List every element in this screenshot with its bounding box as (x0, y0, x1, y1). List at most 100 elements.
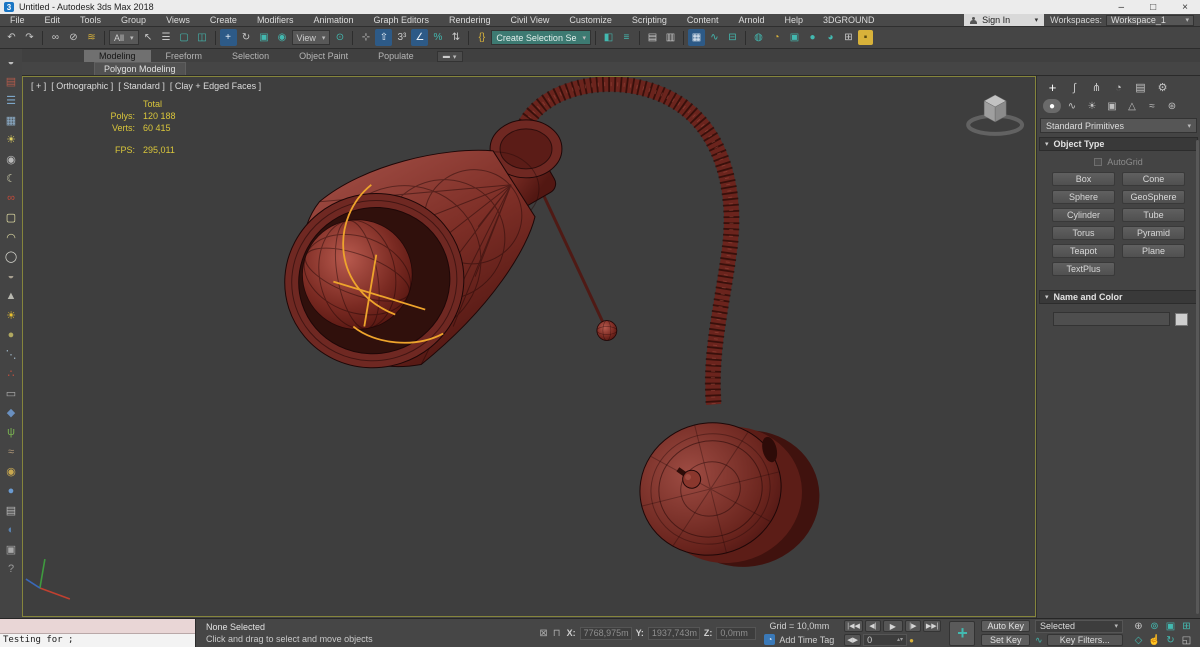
select-and-scale-icon[interactable]: ▣ (256, 29, 273, 46)
keyboard-shortcut-override-icon[interactable]: ⇧ (375, 29, 393, 46)
moon-icon[interactable]: ☾ (2, 170, 20, 187)
marble-icon[interactable]: ● (2, 482, 20, 499)
molecule-icon[interactable]: ∴ (2, 365, 20, 382)
previous-frame-button[interactable]: ◀| (864, 620, 881, 632)
named-selection-set-dropdown[interactable]: Create Selection Se ▾ (491, 30, 591, 45)
torus-button[interactable]: Torus (1052, 226, 1115, 240)
menu-edit[interactable]: Edit (35, 15, 71, 25)
lightbulb-icon[interactable]: ☀ (2, 131, 20, 148)
ribbon-tab-selection[interactable]: Selection (217, 50, 284, 62)
teapot-icon[interactable]: ◒ (2, 53, 20, 70)
window-crossing-icon[interactable]: ◫ (194, 29, 211, 46)
key-mode-toggle[interactable]: ◀▶ (844, 634, 862, 646)
camera-light-icon[interactable]: ◉ (2, 151, 20, 168)
textplus-button[interactable]: TextPlus (1052, 262, 1115, 276)
menu-views[interactable]: Views (156, 15, 200, 25)
view-cube[interactable] (966, 94, 1025, 136)
coin-icon[interactable]: ◉ (2, 463, 20, 480)
selection-lock-icon[interactable]: ⊓ (553, 628, 561, 639)
menu-file[interactable]: File (0, 15, 35, 25)
object-name-input[interactable] (1053, 312, 1170, 326)
polyhedron-icon[interactable]: ◆ (2, 404, 20, 421)
viewport-canvas[interactable] (23, 77, 1035, 616)
mirror-icon[interactable]: ◧ (600, 29, 617, 46)
subtab-lights[interactable]: ☀ (1083, 99, 1101, 113)
sphere-icon[interactable]: ● (2, 326, 20, 343)
select-and-link-icon[interactable]: ∞ (47, 29, 64, 46)
maximize-viewport-icon[interactable]: ◱ (1179, 634, 1194, 647)
select-and-move-icon[interactable]: + (219, 29, 237, 46)
menu-create[interactable]: Create (200, 15, 247, 25)
listener-pane[interactable]: Testing for ; (0, 633, 195, 647)
menu-civil-view[interactable]: Civil View (501, 15, 560, 25)
name-color-header[interactable]: ▾ Name and Color (1039, 290, 1198, 304)
cylinder-button[interactable]: Cylinder (1052, 208, 1115, 222)
lamp-model[interactable] (262, 77, 834, 589)
auto-key-button[interactable]: Auto Key (981, 620, 1030, 632)
select-by-name-icon[interactable]: ☰ (158, 29, 175, 46)
cone-icon[interactable]: ▲ (2, 287, 20, 304)
list-icon[interactable]: ☰ (2, 92, 20, 109)
viewport-shading-menu[interactable]: [ Clay + Edged Faces ] (170, 81, 261, 91)
sun-icon[interactable]: ☀ (2, 307, 20, 324)
menu-scripting[interactable]: Scripting (622, 15, 677, 25)
menu-customize[interactable]: Customize (559, 15, 622, 25)
macro-recorder-pane[interactable] (0, 619, 195, 634)
y-coordinate-field[interactable]: 1937,743m (647, 626, 700, 640)
render-production-icon[interactable]: ● (804, 29, 821, 46)
key-selection-dropdown[interactable]: Selected ▾ (1035, 619, 1123, 633)
menu-graph-editors[interactable]: Graph Editors (363, 15, 439, 25)
close-button[interactable]: × (1182, 2, 1188, 13)
box-button[interactable]: Box (1052, 172, 1115, 186)
set-keys-button[interactable]: + (949, 620, 976, 646)
rectangular-selection-region-icon[interactable]: ▢ (176, 29, 193, 46)
tab-modify[interactable]: ∫ (1065, 80, 1084, 95)
primitive-category-dropdown[interactable]: Standard Primitives ▾ (1040, 118, 1197, 133)
swatch-icon[interactable]: ▢ (2, 209, 20, 226)
next-frame-button[interactable]: |▶ (904, 620, 921, 632)
box-icon[interactable]: ▣ (2, 541, 20, 558)
menu-modifiers[interactable]: Modifiers (247, 15, 304, 25)
teapot-button[interactable]: Teapot (1052, 244, 1115, 258)
tube-button[interactable]: Tube (1122, 208, 1185, 222)
scatter-icon[interactable]: ⋱ (2, 346, 20, 363)
select-object-icon[interactable]: ↖ (140, 29, 157, 46)
viewport-general-menu[interactable]: [ + ] (31, 81, 46, 91)
subtab-space-warps[interactable]: ≈ (1143, 99, 1161, 113)
selection-filter-dropdown[interactable]: All ▾ (109, 30, 139, 45)
ribbon-tab-freeform[interactable]: Freeform (151, 50, 218, 62)
ribbon-tab-modeling[interactable]: Modeling (84, 50, 151, 62)
grass-icon[interactable]: ψ (2, 424, 20, 441)
frame-spinner-down[interactable]: ▾ (900, 637, 903, 643)
select-and-place-icon[interactable]: ◉ (274, 29, 291, 46)
material-editor-icon[interactable]: ◍ (750, 29, 767, 46)
snaps-toggle-icon[interactable]: 3³ (393, 29, 410, 46)
spinner-snap-toggle-icon[interactable]: ⇅ (447, 29, 464, 46)
menu-content[interactable]: Content (677, 15, 729, 25)
menu-3dground[interactable]: 3DGROUND (813, 15, 885, 25)
scene-explorer-icon[interactable]: ▤ (644, 29, 661, 46)
isolate-selection-toggle-icon[interactable]: ⊠ (539, 628, 547, 639)
go-to-start-button[interactable]: |◀◀ (844, 620, 863, 632)
angle-snap-toggle-icon[interactable]: ∠ (411, 29, 429, 46)
tab-motion[interactable]: ◔ (1109, 80, 1128, 95)
workspace-dropdown[interactable]: Workspace_1 ▾ (1106, 14, 1194, 26)
zoom-extents-icon[interactable]: ▣ (1163, 620, 1178, 633)
zoom-region-icon[interactable]: ◇ (1131, 634, 1146, 647)
curve-editor-icon[interactable]: ∿ (706, 29, 723, 46)
sign-in-button[interactable]: Sign In ▾ (964, 14, 1045, 26)
eclipse-sphere-icon[interactable]: ◐ (2, 521, 20, 538)
viewport[interactable]: [ + ] [ Orthographic ] [ Standard ] [ Cl… (22, 76, 1036, 617)
menu-group[interactable]: Group (111, 15, 156, 25)
sphere-button[interactable]: Sphere (1052, 190, 1115, 204)
select-and-rotate-icon[interactable]: ↻ (238, 29, 255, 46)
monitor-icon[interactable]: ▤ (2, 73, 20, 90)
bird-icon[interactable]: ≈ (2, 443, 20, 460)
add-time-tag[interactable]: ◔ Add Time Tag (764, 634, 834, 646)
key-filters-button[interactable]: Key Filters... (1046, 634, 1123, 647)
subtab-geometry[interactable]: ● (1043, 99, 1061, 113)
zoom-icon[interactable]: ⊕ (1131, 620, 1146, 633)
tab-hierarchy[interactable]: ⋔ (1087, 80, 1106, 95)
default-tangent-icon[interactable]: ∿ (1035, 635, 1043, 646)
panel-scrollbar[interactable] (1196, 140, 1199, 614)
